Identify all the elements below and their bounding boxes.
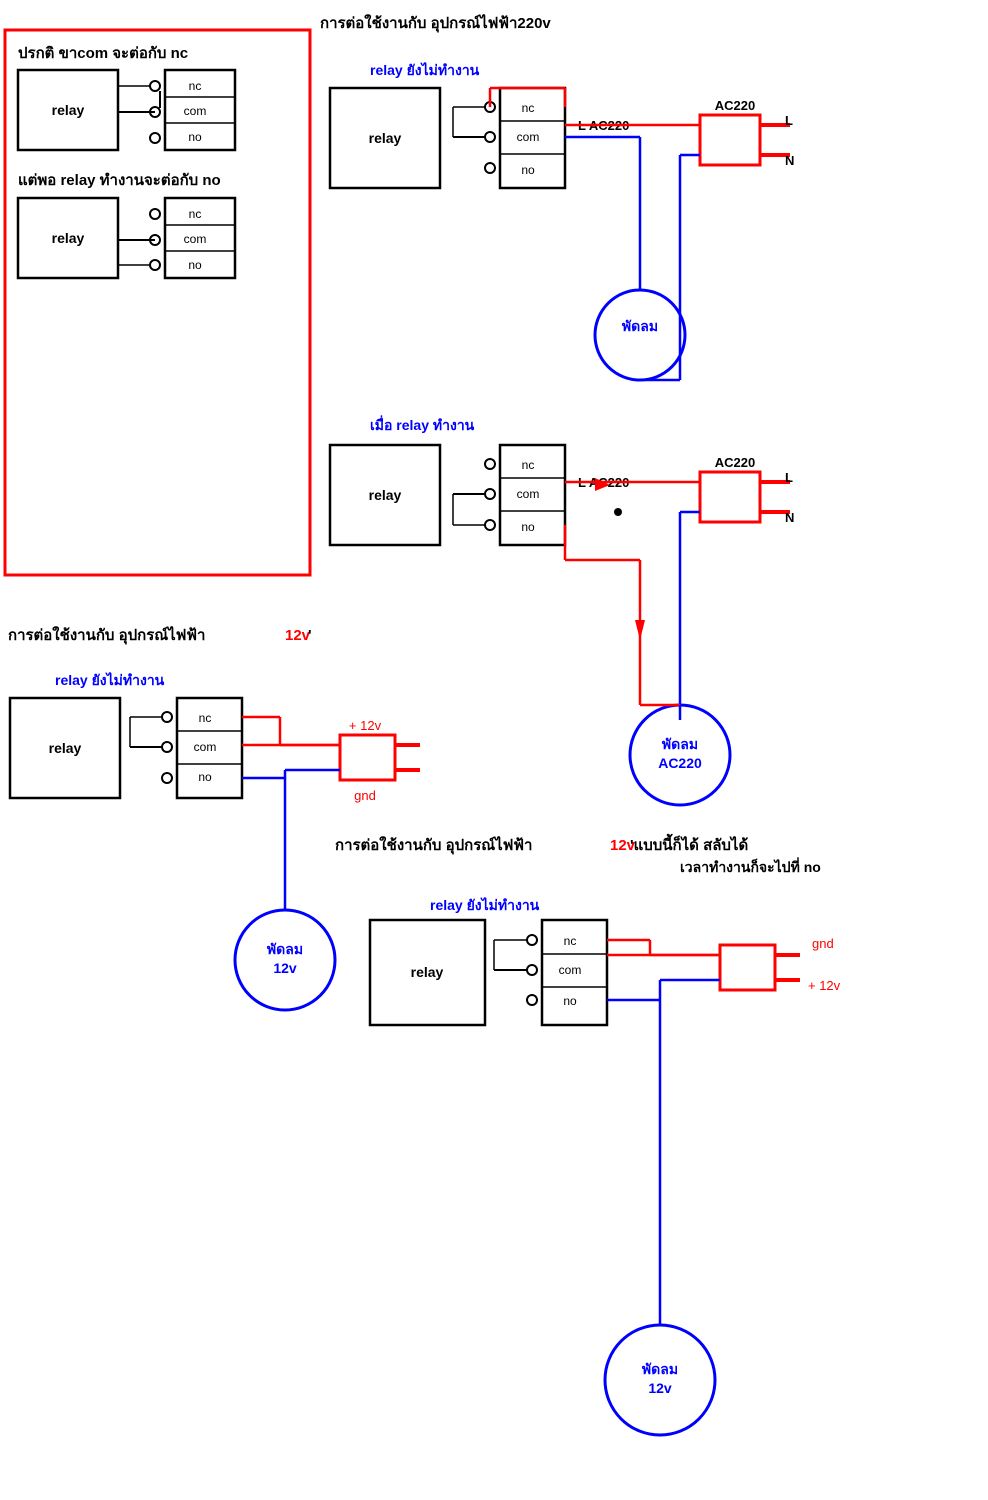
svg-text:nc: nc [522, 101, 535, 115]
svg-text:+ 12v: + 12v [808, 978, 841, 993]
svg-text:12v: 12v [273, 960, 297, 976]
section1-title: การต่อใช้งานกับ อุปกรณ์ไฟฟ้า220v [320, 13, 551, 33]
svg-text:แต่พอ relay ทำงานจะต่อกับ no: แต่พอ relay ทำงานจะต่อกับ no [18, 172, 221, 189]
svg-text:พัดลม: พัดลม [622, 318, 658, 334]
svg-text:relay ยังไม่ทำงาน: relay ยังไม่ทำงาน [430, 896, 540, 913]
svg-text:relay: relay [52, 102, 85, 118]
svg-text:nc: nc [189, 207, 202, 221]
svg-text:': ' [308, 627, 312, 644]
svg-text:no: no [521, 163, 535, 177]
svg-text:no: no [188, 258, 202, 272]
svg-text:N: N [785, 153, 794, 168]
svg-text:L: L [785, 470, 793, 485]
svg-text:nc: nc [189, 79, 202, 93]
svg-text:พัดลม: พัดลม [642, 1361, 678, 1377]
svg-text:+ 12v: + 12v [349, 718, 382, 733]
svg-text:gnd: gnd [354, 788, 376, 803]
svg-text:com: com [184, 104, 207, 118]
svg-text:no: no [563, 994, 577, 1008]
svg-text:com: com [194, 740, 217, 754]
svg-text:gnd: gnd [812, 936, 834, 951]
svg-text:relay: relay [52, 230, 85, 246]
svg-text:พัดลม: พัดลม [662, 736, 698, 752]
svg-text:AC220: AC220 [658, 755, 702, 771]
svg-text:relay: relay [369, 130, 402, 146]
svg-text:com: com [559, 963, 582, 977]
svg-text:com: com [517, 130, 540, 144]
svg-text:L: L [785, 113, 793, 128]
svg-text:'แบบนี้ก็ได้ สลับได้: 'แบบนี้ก็ได้ สลับได้ [630, 833, 748, 854]
relay-active-label: เมื่อ relay ทำงาน [370, 415, 475, 433]
svg-text:com: com [184, 232, 207, 246]
svg-text:เวลาทำงานก็จะไปที่ no: เวลาทำงานก็จะไปที่ no [680, 857, 821, 875]
svg-text:การต่อใช้งานกับ อุปกรณ์ไฟฟ้า: การต่อใช้งานกับ อุปกรณ์ไฟฟ้า [335, 835, 532, 855]
svg-text:nc: nc [564, 934, 577, 948]
svg-text:nc: nc [199, 711, 212, 725]
svg-text:relay: relay [49, 740, 82, 756]
svg-text:relay: relay [411, 964, 444, 980]
svg-text:พัดลม: พัดลม [267, 941, 303, 957]
svg-text:N: N [785, 510, 794, 525]
svg-text:no: no [521, 520, 535, 534]
svg-text:nc: nc [522, 458, 535, 472]
svg-text:relay ยังไม่ทำงาน: relay ยังไม่ทำงาน [55, 671, 165, 688]
svg-text:no: no [188, 130, 202, 144]
svg-text:12v: 12v [285, 627, 311, 644]
page-container: ปรกติ ขาcom จะต่อกับ nc relay nc com no … [0, 0, 988, 1500]
svg-text:การต่อใช้งานกับ อุปกรณ์ไฟฟ้า: การต่อใช้งานกับ อุปกรณ์ไฟฟ้า [8, 625, 205, 645]
svg-text:AC220: AC220 [715, 455, 755, 470]
relay-inactive-label1: relay ยังไม่ทำงาน [370, 61, 480, 78]
svg-text:AC220: AC220 [715, 98, 755, 113]
svg-text:no: no [198, 770, 212, 784]
svg-text:com: com [517, 487, 540, 501]
svg-text:relay: relay [369, 487, 402, 503]
info-title-normal: ปรกติ ขาcom จะต่อกับ nc [18, 44, 188, 62]
svg-text:12v: 12v [648, 1380, 672, 1396]
